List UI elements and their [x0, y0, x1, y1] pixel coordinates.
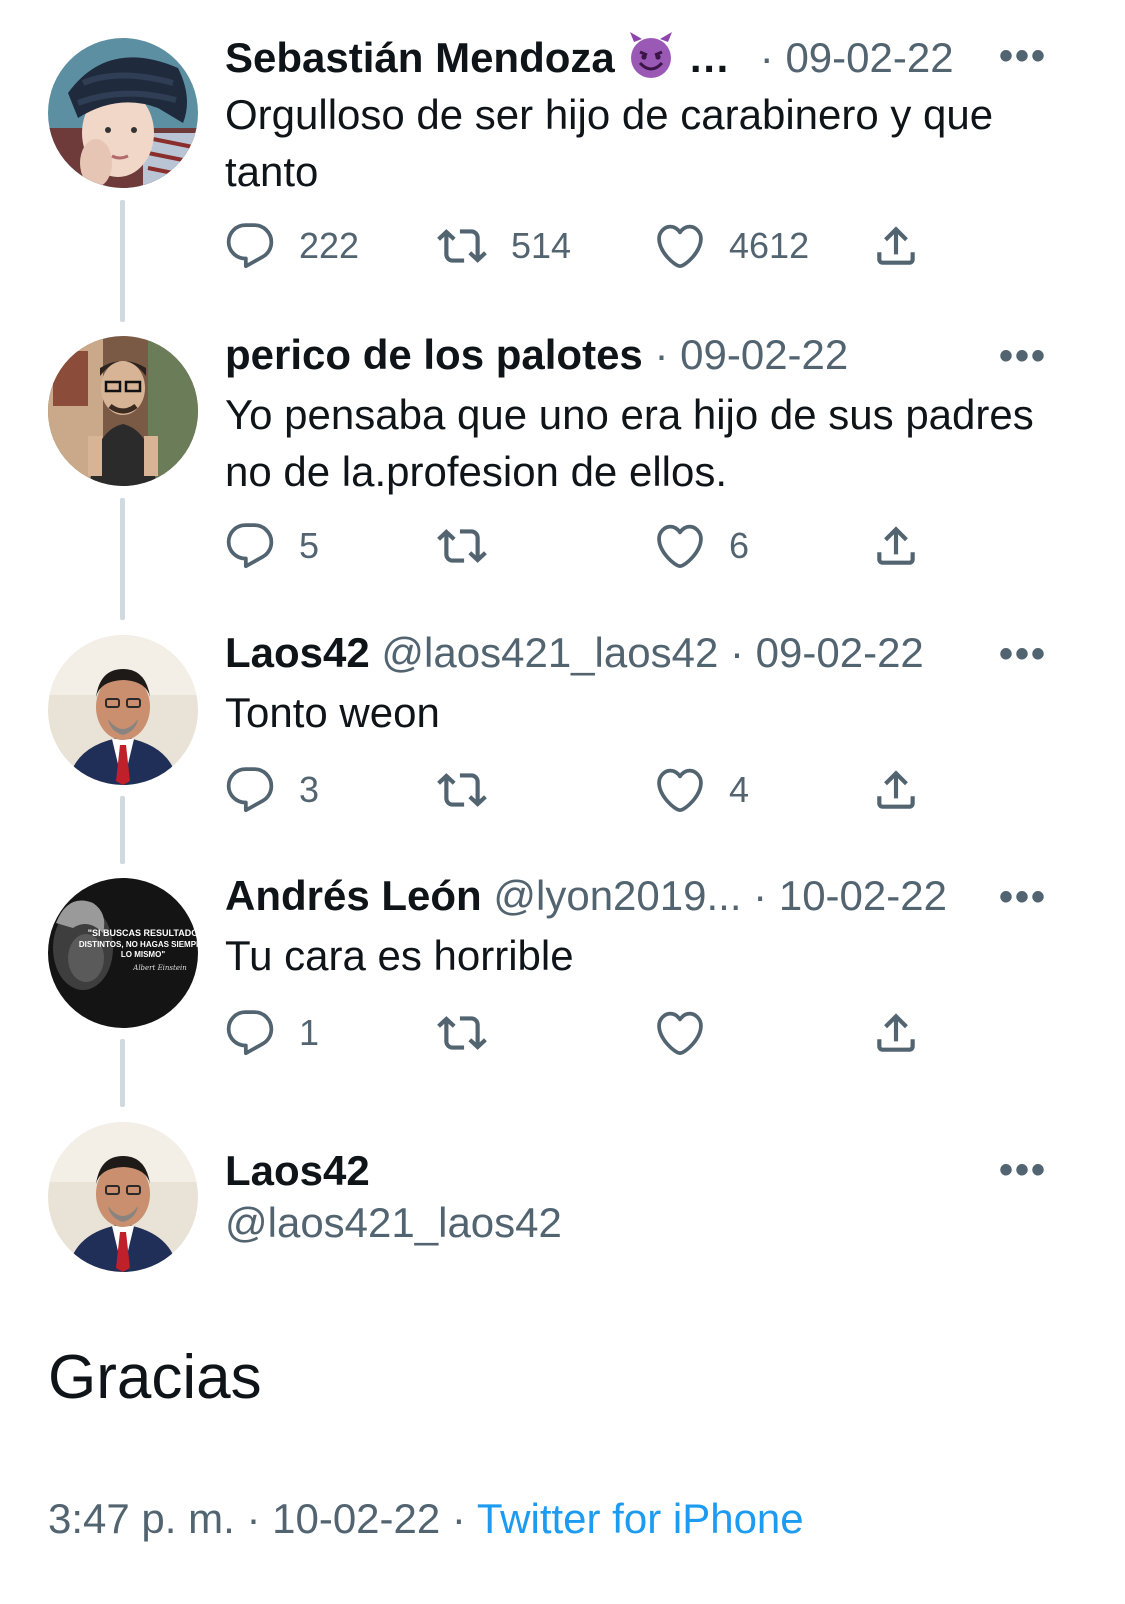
- name-truncation: …: [688, 34, 731, 80]
- share-icon: [871, 221, 921, 271]
- like-count: 4: [729, 769, 750, 810]
- thread-connector: [120, 796, 125, 864]
- like-count: 6: [729, 525, 750, 566]
- tweet-actions: 5 6: [225, 516, 945, 576]
- avatar[interactable]: [48, 1122, 198, 1272]
- reply-count: 1: [299, 1012, 320, 1053]
- separator-dot: ·: [729, 629, 744, 676]
- share-button[interactable]: [871, 1003, 921, 1063]
- tweet-header: Sebastián Mendoza … · 09-02-22: [225, 30, 1045, 80]
- separator-dot: ·: [759, 34, 774, 80]
- like-button[interactable]: 4612: [655, 216, 809, 276]
- retweet-button[interactable]: 514: [437, 216, 571, 276]
- avatar-quote-line1: "SI BUSCAS RESULTADOS: [88, 928, 198, 938]
- tweet-text: Orgulloso de ser hijo de carabinero y qu…: [225, 91, 994, 195]
- like-button[interactable]: [655, 1003, 729, 1063]
- more-icon[interactable]: •••: [999, 36, 1047, 76]
- share-button[interactable]: [871, 216, 921, 276]
- retweet-count: 514: [511, 225, 572, 266]
- avatar[interactable]: [48, 38, 198, 188]
- avatar[interactable]: [48, 336, 198, 486]
- tweet-text: Tu cara es horrible: [225, 932, 574, 979]
- reply-count: 222: [299, 225, 360, 266]
- reply-icon: [225, 765, 275, 815]
- main-tweet-text: Gracias: [48, 1343, 262, 1412]
- more-icon[interactable]: •••: [999, 634, 1047, 674]
- user-handle[interactable]: @laos421_laos42: [225, 1198, 562, 1248]
- avatar[interactable]: "SI BUSCAS RESULTADOS DISTINTOS, NO HAGA…: [48, 878, 198, 1028]
- reply-button[interactable]: 1: [225, 1003, 319, 1063]
- more-icon[interactable]: •••: [999, 877, 1047, 917]
- share-icon: [871, 1008, 921, 1058]
- retweet-icon: [437, 765, 487, 815]
- tweet-date[interactable]: 09-02-22: [680, 331, 848, 378]
- retweet-icon: [437, 521, 487, 571]
- tweet-header: Laos42 @laos421_laos42 · 09-02-22: [225, 628, 1045, 678]
- reply-button[interactable]: 222: [225, 216, 359, 276]
- reply-count: 5: [299, 525, 320, 566]
- tweet-actions: 3 4: [225, 760, 945, 820]
- retweet-icon: [437, 221, 487, 271]
- tweet-time[interactable]: 3:47 p. m.: [48, 1495, 235, 1542]
- tweet-date[interactable]: 09-02-22: [785, 34, 953, 80]
- like-icon: [655, 221, 705, 271]
- tweet-text: Tonto weon: [225, 689, 440, 736]
- source-link[interactable]: Twitter for iPhone: [477, 1495, 804, 1542]
- share-icon: [871, 521, 921, 571]
- smiling-devil-emoji-icon: [626, 30, 676, 80]
- like-button[interactable]: 4: [655, 760, 749, 820]
- reply-button[interactable]: 5: [225, 516, 319, 576]
- retweet-button[interactable]: [437, 516, 511, 576]
- like-icon: [655, 521, 705, 571]
- display-name[interactable]: Laos42: [225, 1146, 370, 1196]
- like-icon: [655, 765, 705, 815]
- tweet-header: perico de los palotes · 09-02-22: [225, 330, 1045, 380]
- share-icon: [871, 765, 921, 815]
- display-name[interactable]: Andrés León: [225, 872, 482, 919]
- user-handle[interactable]: @laos421_laos42: [381, 629, 718, 676]
- reply-button[interactable]: 3: [225, 760, 319, 820]
- separator-dot: ·: [654, 331, 669, 378]
- retweet-icon: [437, 1008, 487, 1058]
- like-count: 4612: [729, 225, 810, 266]
- like-button[interactable]: 6: [655, 516, 749, 576]
- like-icon: [655, 1008, 705, 1058]
- separator-dot: ·: [753, 872, 768, 919]
- tweet-date[interactable]: 09-02-22: [756, 629, 924, 676]
- reply-icon: [225, 521, 275, 571]
- share-button[interactable]: [871, 516, 921, 576]
- avatar-quote-line3: LO MISMO": [121, 950, 165, 959]
- tweet-actions: 222 514 4612: [225, 216, 945, 276]
- thread-connector: [120, 1039, 125, 1107]
- share-button[interactable]: [871, 760, 921, 820]
- separator-dot: ·: [246, 1495, 261, 1542]
- avatar[interactable]: [48, 635, 198, 785]
- tweet-date[interactable]: 10-02-22: [272, 1495, 440, 1542]
- display-name[interactable]: Laos42: [225, 629, 370, 676]
- retweet-button[interactable]: [437, 1003, 511, 1063]
- reply-count: 3: [299, 769, 320, 810]
- thread-connector: [120, 498, 125, 620]
- avatar-quote-signature: Albert Einstein: [132, 964, 187, 972]
- reply-icon: [225, 221, 275, 271]
- reply-icon: [225, 1008, 275, 1058]
- more-icon[interactable]: •••: [999, 336, 1047, 376]
- more-icon[interactable]: •••: [999, 1150, 1047, 1190]
- avatar-quote-line2: DISTINTOS, NO HAGAS SIEMPRE: [79, 940, 198, 949]
- tweet-date[interactable]: 10-02-22: [779, 872, 947, 919]
- thread-connector: [120, 200, 125, 322]
- display-name[interactable]: perico de los palotes: [225, 331, 643, 378]
- tweet-actions: 1: [225, 1003, 945, 1063]
- tweet-meta: 3:47 p. m. · 10-02-22 · Twitter for iPho…: [48, 1492, 804, 1546]
- separator-dot: ·: [451, 1495, 466, 1542]
- tweet-text: Yo pensaba que uno era hijo de sus padre…: [225, 391, 1034, 495]
- tweet-header: Andrés León @lyon2019... · 10-02-22: [225, 871, 1045, 921]
- display-name[interactable]: Sebastián Mendoza: [225, 34, 615, 80]
- retweet-button[interactable]: [437, 760, 511, 820]
- user-handle[interactable]: @lyon2019...: [493, 872, 741, 919]
